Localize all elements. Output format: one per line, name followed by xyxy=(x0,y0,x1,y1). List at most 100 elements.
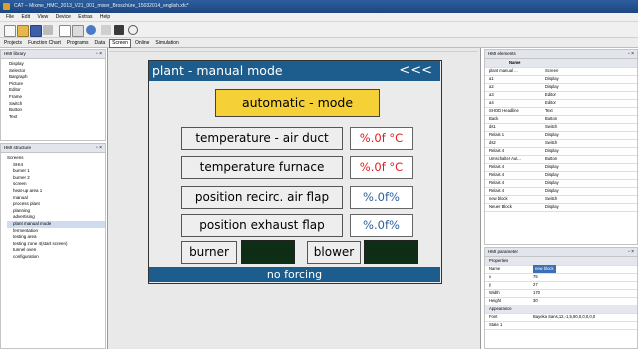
parameter-key: State 1 xyxy=(489,322,503,327)
elements-panel: HMI elements ▫ × Name plant manual ... Scr… xyxy=(484,49,638,245)
parameter-key: Width xyxy=(489,290,500,295)
tree-node[interactable]: tunnel oven xyxy=(7,247,105,254)
library-item[interactable]: Picture xyxy=(9,81,105,88)
structure-tree: Screens SHI4 burner 1 burner 2 screen he… xyxy=(1,153,105,261)
blower-switch-button[interactable]: blower xyxy=(307,241,361,264)
automatic-mode-button[interactable]: automatic - mode xyxy=(215,89,380,117)
tree-node[interactable]: advertising xyxy=(7,214,105,221)
tab-programs[interactable]: Programs xyxy=(65,38,91,48)
paste-icon[interactable] xyxy=(72,25,84,37)
save-icon[interactable] xyxy=(30,25,42,37)
parameter-value[interactable]: 27 xyxy=(533,281,538,289)
tab-simulation[interactable]: Simulation xyxy=(153,38,180,48)
element-type: Display xyxy=(545,180,559,185)
parameter-value[interactable]: 30 xyxy=(533,297,538,305)
structure-panel: HMI structure ▫ × Screens SHI4 burner 1 b… xyxy=(0,143,106,349)
library-item[interactable]: Bargraph xyxy=(9,74,105,81)
position-exhaust-flap-value[interactable]: %.0f% xyxy=(350,214,413,237)
burner-switch-button[interactable]: burner xyxy=(181,241,237,264)
temperature-air-duct-label: temperature - air duct xyxy=(181,127,343,150)
menu-device[interactable]: Device xyxy=(56,13,71,22)
menu-edit[interactable]: Edit xyxy=(21,13,30,22)
parameter-key: x xyxy=(489,274,492,279)
tree-node[interactable]: SHI4 xyxy=(7,162,105,169)
position-recirc-air-flap-label: position recirc. air flap xyxy=(181,186,343,209)
parameter-value[interactable]: 75 xyxy=(533,273,538,281)
canvas-ruler xyxy=(109,51,478,52)
element-type: Text xyxy=(545,108,553,113)
parameter-panel-title: HMI parameter xyxy=(488,249,519,254)
pin-close-icon[interactable]: ▫ × xyxy=(96,144,102,152)
properties-group-label: Properties xyxy=(489,258,509,263)
back-button[interactable]: <<< xyxy=(399,61,432,81)
new-file-icon[interactable] xyxy=(4,25,16,37)
pin-close-icon[interactable]: ▫ × xyxy=(628,248,634,256)
element-name: Relais 4 xyxy=(489,164,505,169)
monitor-icon[interactable] xyxy=(114,25,124,35)
library-item[interactable]: Editor xyxy=(9,87,105,94)
parameter-value[interactable]: 170 xyxy=(533,289,540,297)
tab-screen[interactable]: Screen xyxy=(109,39,131,48)
pin-close-icon[interactable]: ▫ × xyxy=(628,50,634,58)
tab-online[interactable]: Online xyxy=(133,38,151,48)
hmi-header: plant - manual mode <<< xyxy=(149,61,440,81)
column-header-name: Name xyxy=(509,60,521,65)
element-type: Display xyxy=(545,84,559,89)
library-item[interactable]: Display xyxy=(9,61,105,68)
library-panel: HMI library ▫ × Display Selector Bargraph… xyxy=(0,49,106,141)
table-row[interactable]: Neuer Block Display xyxy=(485,203,637,212)
copy-icon[interactable] xyxy=(59,25,71,37)
element-name: Neuer Block xyxy=(489,204,512,209)
element-type: Display xyxy=(545,188,559,193)
element-name: new block xyxy=(489,196,508,201)
appearance-group-label: Appearance xyxy=(489,306,512,311)
info-icon[interactable] xyxy=(86,25,96,35)
tree-node[interactable]: manual xyxy=(7,195,105,202)
tree-node[interactable]: burner 2 xyxy=(7,175,105,182)
library-item[interactable]: Text xyxy=(9,114,105,121)
tree-node[interactable]: testing zone 4(start screen) xyxy=(7,241,105,248)
element-type: Display xyxy=(545,204,559,209)
position-recirc-air-flap-value[interactable]: %.0f% xyxy=(350,186,413,209)
element-type: Display xyxy=(545,172,559,177)
parameter-row[interactable]: State 1 xyxy=(485,321,637,330)
tree-node-selected[interactable]: plant manual mode xyxy=(7,220,105,228)
menu-help[interactable]: Help xyxy=(100,13,110,22)
blower-status-indicator xyxy=(364,240,418,264)
tree-node[interactable]: fermentation xyxy=(7,228,105,235)
library-list: Display Selector Bargraph Picture Editor… xyxy=(1,59,105,120)
save-all-icon[interactable] xyxy=(43,25,53,35)
tree-node[interactable]: heat-up area 1 xyxy=(7,188,105,195)
parameter-value[interactable]: Bayeka Sans,12,-1,5,90,0,0,0,0,0 xyxy=(533,313,595,321)
tree-node[interactable]: planning xyxy=(7,208,105,215)
menu-file[interactable]: File xyxy=(6,13,14,22)
tree-node[interactable]: testing area xyxy=(7,234,105,241)
element-name: a2 xyxy=(489,84,494,89)
library-item[interactable]: Frame xyxy=(9,94,105,101)
tab-function-chart[interactable]: Function Chart xyxy=(26,38,63,48)
tab-data[interactable]: Data xyxy=(93,38,108,48)
structure-panel-header: HMI structure ▫ × xyxy=(1,144,105,153)
element-type: Display xyxy=(545,132,559,137)
tab-projects[interactable]: Projects xyxy=(2,38,24,48)
open-folder-icon[interactable] xyxy=(17,25,29,37)
flag-icon[interactable] xyxy=(101,25,111,35)
parameter-panel: HMI parameter ▫ × Properties Name new bloc… xyxy=(484,247,638,349)
tree-node[interactable]: process plant xyxy=(7,201,105,208)
pin-close-icon[interactable]: ▫ × xyxy=(96,50,102,58)
library-item[interactable]: Button xyxy=(9,107,105,114)
tree-node-screens[interactable]: Screens xyxy=(7,155,105,162)
zoom-icon[interactable] xyxy=(128,25,138,35)
library-item[interactable]: Selector xyxy=(9,68,105,75)
menu-view[interactable]: View xyxy=(37,13,48,22)
tree-node[interactable]: burner 1 xyxy=(7,168,105,175)
menu-extras[interactable]: Extras xyxy=(78,13,92,22)
parameter-value-selected[interactable]: new block xyxy=(533,265,556,273)
library-item[interactable]: Switch xyxy=(9,101,105,108)
toolbar xyxy=(0,22,638,38)
parameter-key: Font xyxy=(489,314,498,319)
tree-node[interactable]: screen xyxy=(7,181,105,188)
parameter-panel-header: HMI parameter ▫ × xyxy=(485,248,637,257)
tree-node[interactable]: configuration xyxy=(7,254,105,261)
element-name: Umschalter Aut... xyxy=(489,156,521,161)
